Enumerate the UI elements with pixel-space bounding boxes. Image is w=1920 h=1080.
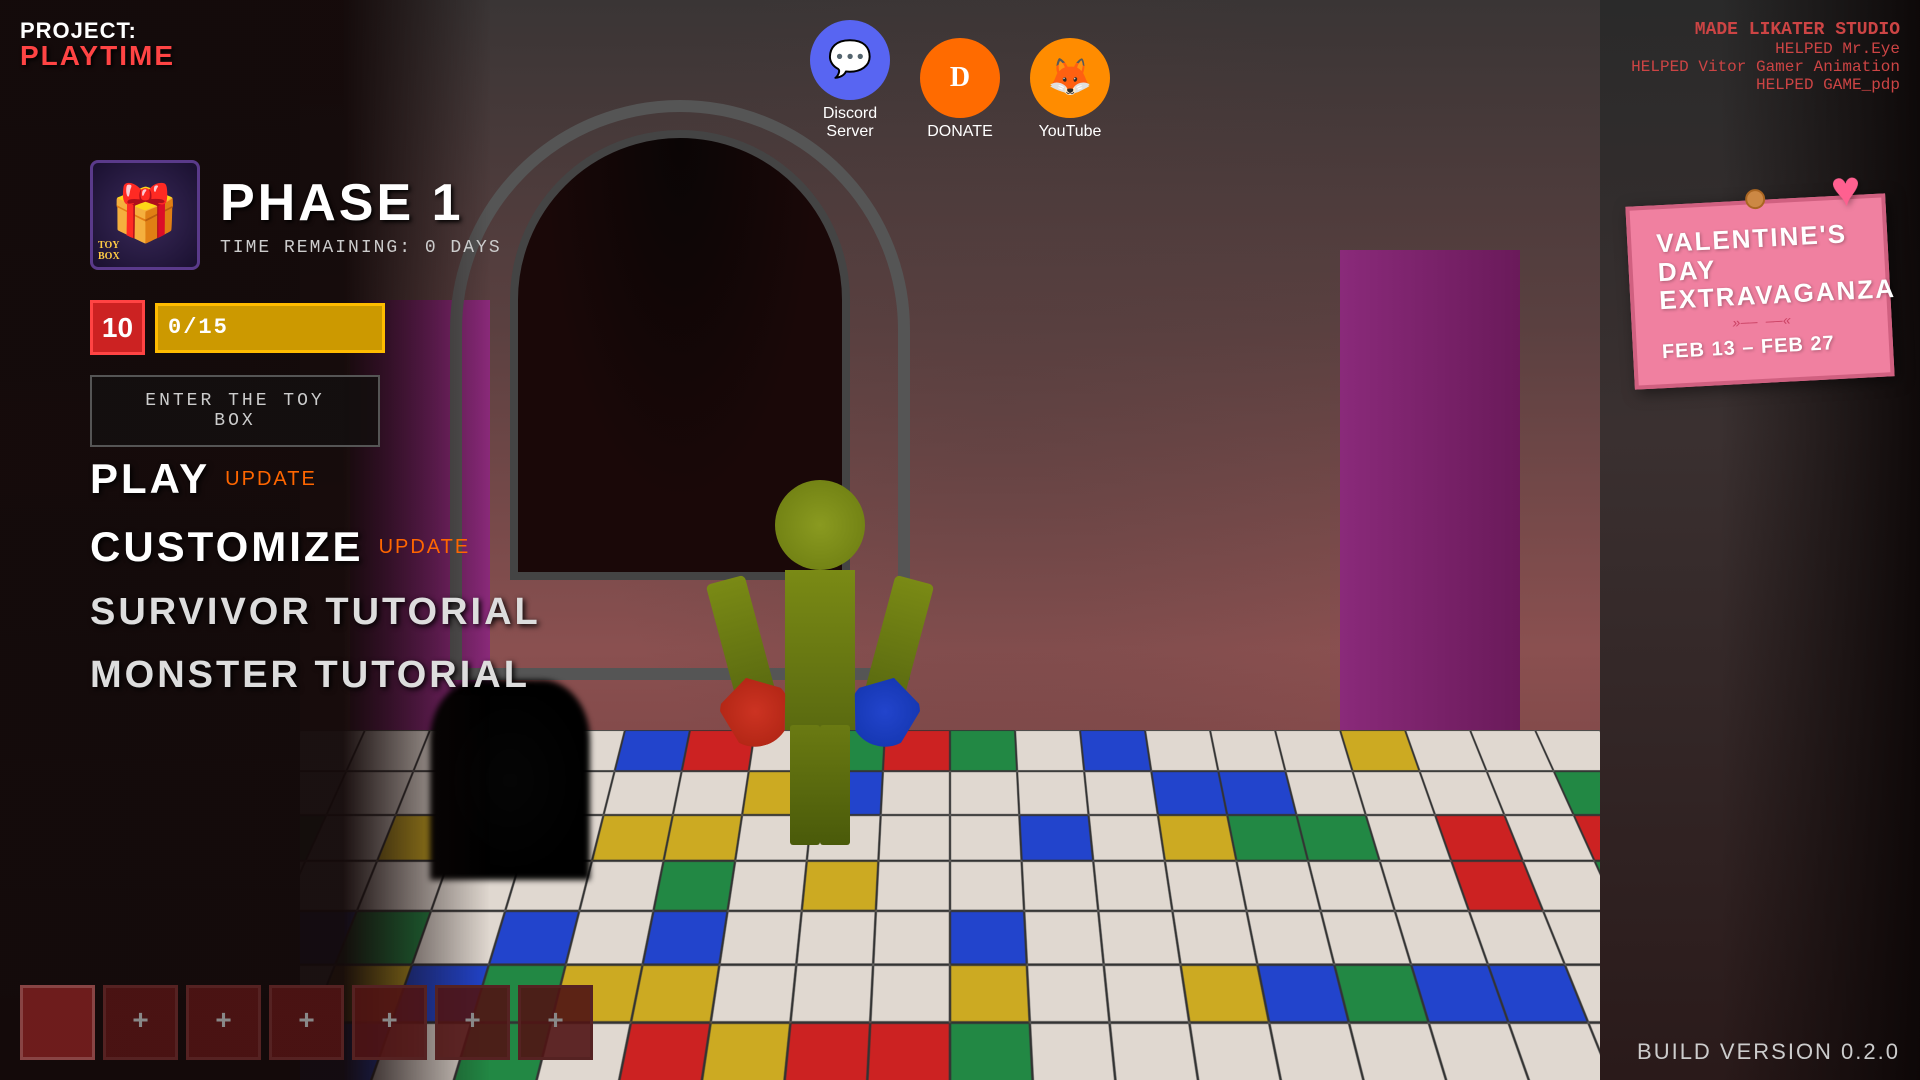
phase-section: 🎁 TOYBOX PHASE 1 TIME REMAINING: 0 DAYS xyxy=(90,160,502,270)
play-label: PLAY xyxy=(90,455,210,503)
character-body xyxy=(785,570,855,730)
bottom-slots: + + + + + + xyxy=(20,985,593,1060)
phase-title: PHASE 1 xyxy=(220,173,502,233)
character-leg-left xyxy=(790,725,820,845)
banner-pin xyxy=(1745,189,1766,210)
credits-helped2: HELPED Vitor Gamer Animation xyxy=(1631,58,1900,76)
play-update-badge: UPDATE xyxy=(225,468,317,491)
main-menu: PLAY UPDATE CUSTOMIZE UPDATE SURVIVOR TU… xyxy=(90,450,541,702)
phase-icon: 🎁 TOYBOX xyxy=(90,160,200,270)
play-menu-item[interactable]: PLAY UPDATE xyxy=(90,450,541,508)
youtube-label: YouTube xyxy=(1039,123,1102,141)
credits-helped3: HELPED GAME_pdp xyxy=(1631,76,1900,94)
monster-menu-item[interactable]: MONSTER TUTORIAL xyxy=(90,649,541,702)
donate-label: DONATE xyxy=(927,123,992,141)
build-version: BUILD VERSION 0.2.0 xyxy=(1637,1039,1900,1065)
discord-icon: 💬 xyxy=(810,20,890,100)
character-head xyxy=(775,480,865,570)
discord-nav-item[interactable]: 💬 DiscordServer xyxy=(810,20,890,141)
valentine-banner: ♥ VALENTINE'SDAYEXTRAVAGANZA »—— ——« FEB… xyxy=(1625,193,1894,389)
customize-label: CUSTOMIZE xyxy=(90,523,364,571)
slot-2-plus: + xyxy=(132,1007,149,1038)
phase-toybox-label: TOYBOX xyxy=(98,240,120,262)
slot-7[interactable]: + xyxy=(518,985,593,1060)
logo-playtime-text: PLAYTIME xyxy=(20,42,160,70)
phase-icon-emoji: 🎁 xyxy=(111,182,179,249)
banner-title: VALENTINE'SDAYEXTRAVAGANZA xyxy=(1656,219,1862,315)
credits-made: MADE LIKATER STUDIO xyxy=(1631,20,1900,40)
top-navigation: 💬 DiscordServer D DONATE 🦊 YouTube xyxy=(810,20,1110,141)
phase-info: PHASE 1 TIME REMAINING: 0 DAYS xyxy=(220,173,502,258)
donate-nav-item[interactable]: D DONATE xyxy=(920,38,1000,141)
slot-1[interactable] xyxy=(20,985,95,1060)
logo-project-text: PROJECT: xyxy=(20,20,160,42)
youtube-nav-item[interactable]: 🦊 YouTube xyxy=(1030,38,1110,141)
character-leg-right xyxy=(820,725,850,845)
slot-6-plus: + xyxy=(464,1007,481,1038)
slot-7-plus: + xyxy=(547,1007,564,1038)
donate-icon: D xyxy=(920,38,1000,118)
slot-5[interactable]: + xyxy=(352,985,427,1060)
survivor-label: SURVIVOR TUTORIAL xyxy=(90,591,541,634)
credits-section: MADE LIKATER STUDIO HELPED Mr.Eye HELPED… xyxy=(1631,20,1900,94)
discord-label: DiscordServer xyxy=(823,105,877,141)
youtube-icon: 🦊 xyxy=(1030,38,1110,118)
phase-time: TIME REMAINING: 0 DAYS xyxy=(220,238,502,258)
character-figure xyxy=(720,480,920,880)
monster-label: MONSTER TUTORIAL xyxy=(90,654,530,697)
enter-toybox-button[interactable]: ENTER THE TOY BOX xyxy=(90,375,380,447)
slot-6[interactable]: + xyxy=(435,985,510,1060)
slot-3-plus: + xyxy=(215,1007,232,1038)
slot-4[interactable]: + xyxy=(269,985,344,1060)
credits-helped1: HELPED Mr.Eye xyxy=(1631,40,1900,58)
survivor-menu-item[interactable]: SURVIVOR TUTORIAL xyxy=(90,586,541,639)
banner-heart: ♥ xyxy=(1829,164,1862,222)
banner-dates: FEB 13 – FEB 27 xyxy=(1661,330,1864,364)
banner-card: ♥ VALENTINE'SDAYEXTRAVAGANZA »—— ——« FEB… xyxy=(1625,193,1894,389)
slot-2[interactable]: + xyxy=(103,985,178,1060)
slot-3[interactable]: + xyxy=(186,985,261,1060)
customize-update-badge: UPDATE xyxy=(379,536,471,559)
right-panel xyxy=(1720,0,1920,1080)
progress-text: 0/15 xyxy=(168,315,229,340)
customize-menu-item[interactable]: CUSTOMIZE UPDATE xyxy=(90,518,541,576)
slot-4-plus: + xyxy=(298,1007,315,1038)
progress-bar: 0/15 xyxy=(155,303,385,353)
progress-number: 10 xyxy=(90,300,145,355)
slot-5-plus: + xyxy=(381,1007,398,1038)
progress-section: 10 0/15 xyxy=(90,300,385,355)
game-logo: PROJECT: PLAYTIME xyxy=(20,20,160,120)
